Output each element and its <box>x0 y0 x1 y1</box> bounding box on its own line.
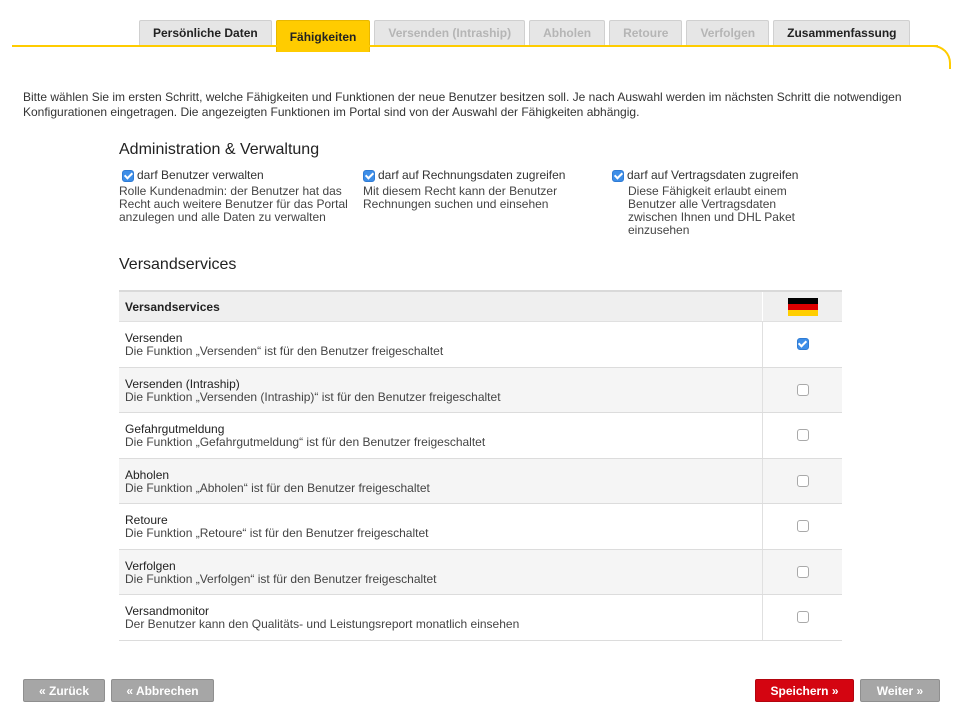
service-desc: Die Funktion „Gefahrgutmeldung“ ist für … <box>125 435 486 449</box>
checkbox-manage-users[interactable] <box>122 169 134 182</box>
permission-desc: Mit diesem Recht kann der Benutzer Rechn… <box>363 184 558 211</box>
permission-label: darf auf Rechnungsdaten zugreifen <box>378 168 566 182</box>
service-cell: Gefahrgutmeldung Die Funktion „Gefahrgutm… <box>119 413 762 458</box>
service-title: Versenden (Intraship) <box>125 376 240 391</box>
next-button[interactable]: Weiter » <box>860 679 940 702</box>
service-cell: Versenden (Intraship) Die Funktion „Verse… <box>119 368 762 413</box>
service-checkbox-cell <box>762 595 842 640</box>
tab-faehigkeiten[interactable]: Fähigkeiten <box>275 20 371 52</box>
checkbox-contracts[interactable] <box>612 169 624 182</box>
tab-retoure: Retoure <box>609 20 683 45</box>
cancel-button[interactable]: « Abbrechen <box>111 679 214 702</box>
service-cell: Verfolgen Die Funktion „Verfolgen“ ist fü… <box>119 550 762 595</box>
service-checkbox[interactable] <box>796 611 809 624</box>
service-desc: Die Funktion „Abholen“ ist für den Benut… <box>125 480 430 495</box>
service-desc: Der Benutzer kann den Qualitäts- und Lei… <box>125 617 520 631</box>
tab-verfolgen: Verfolgen <box>686 20 770 45</box>
service-cell: Abholen Die Funktion „Abholen“ ist für de… <box>119 459 762 504</box>
service-checkbox[interactable] <box>796 565 809 578</box>
permission-desc: Rolle Kundenadmin: der Benutzer hat das … <box>119 184 348 224</box>
column-header-country <box>762 292 842 321</box>
tab-underline-corner <box>925 45 951 69</box>
table-row: Retoure Die Funktion „Retoure“ ist für de… <box>119 504 842 550</box>
tab-abholen: Abholen <box>529 20 606 45</box>
table-header: Versandservices <box>119 292 842 322</box>
service-cell: Retoure Die Funktion „Retoure“ ist für de… <box>119 504 762 549</box>
service-title: Verfolgen <box>125 558 176 573</box>
service-checkbox-cell <box>762 504 842 549</box>
service-checkbox[interactable] <box>796 520 809 533</box>
service-checkbox-cell <box>762 413 842 458</box>
tab-versenden-intraship: Versenden (Intraship) <box>374 20 526 45</box>
table-row: Versandmonitor Der Benutzer kann den Qual… <box>119 595 842 641</box>
checkbox-invoices[interactable] <box>363 169 375 182</box>
service-checkbox-cell <box>762 549 842 594</box>
service-desc: Die Funktion „Versenden“ ist für den Ben… <box>125 344 444 358</box>
service-checkbox[interactable] <box>796 474 809 487</box>
permission-label: darf auf Vertragsdaten zugreifen <box>627 168 799 182</box>
tab-underline <box>12 45 938 47</box>
service-checkbox-cell <box>762 458 842 503</box>
table-row: Versenden (Intraship) Die Funktion „Verse… <box>119 367 842 413</box>
save-button[interactable]: Speichern » <box>755 679 854 702</box>
service-desc: Die Funktion „Versenden (Intraship)“ ist… <box>125 389 501 404</box>
service-checkbox[interactable] <box>796 338 809 351</box>
service-cell: Versandmonitor Der Benutzer kann den Qual… <box>119 595 762 640</box>
table-row: Versenden Die Funktion „Versenden“ ist fü… <box>119 322 842 368</box>
permission-manage-users: darf Benutzer verwalten Rolle Kundenadmi… <box>119 169 349 224</box>
germany-flag-icon <box>787 297 818 316</box>
table-row: Abholen Die Funktion „Abholen“ ist für de… <box>119 458 842 504</box>
back-button[interactable]: « Zurück <box>23 679 105 702</box>
step-tabs: Persönliche Daten Fähigkeiten Versenden … <box>139 20 911 52</box>
permission-contracts: darf auf Vertragsdaten zugreifen Diese F… <box>612 169 812 237</box>
service-checkbox[interactable] <box>796 383 809 396</box>
table-row: Verfolgen Die Funktion „Verfolgen“ ist fü… <box>119 549 842 595</box>
service-checkbox-cell <box>762 367 842 412</box>
table-row: Gefahrgutmeldung Die Funktion „Gefahrgutm… <box>119 413 842 459</box>
intro-text: Bitte wählen Sie im ersten Schritt, welc… <box>23 90 902 119</box>
permission-label: darf Benutzer verwalten <box>137 168 264 182</box>
service-title: Abholen <box>125 467 170 482</box>
section-title-services: Versandservices <box>119 256 237 273</box>
service-cell: Versenden Die Funktion „Versenden“ ist fü… <box>119 322 762 367</box>
column-header-services: Versandservices <box>125 299 220 314</box>
service-desc: Die Funktion „Verfolgen“ ist für den Ben… <box>125 571 437 586</box>
table-body: Versenden Die Funktion „Versenden“ ist fü… <box>119 322 842 641</box>
service-desc: Die Funktion „Retoure“ ist für den Benut… <box>125 526 429 540</box>
service-checkbox-cell <box>762 322 842 367</box>
permission-invoices: darf auf Rechnungsdaten zugreifen Mit di… <box>363 169 593 211</box>
permission-desc: Diese Fähigkeit erlaubt einem Benutzer a… <box>628 184 795 237</box>
services-table: Versandservices Versenden Die Funktion „V… <box>119 290 842 641</box>
service-checkbox[interactable] <box>796 429 809 442</box>
tab-persoenliche-daten[interactable]: Persönliche Daten <box>139 20 272 45</box>
tab-zusammenfassung[interactable]: Zusammenfassung <box>773 20 911 45</box>
section-title-admin: Administration & Verwaltung <box>119 141 320 158</box>
flag-stripe-gold <box>787 309 818 316</box>
